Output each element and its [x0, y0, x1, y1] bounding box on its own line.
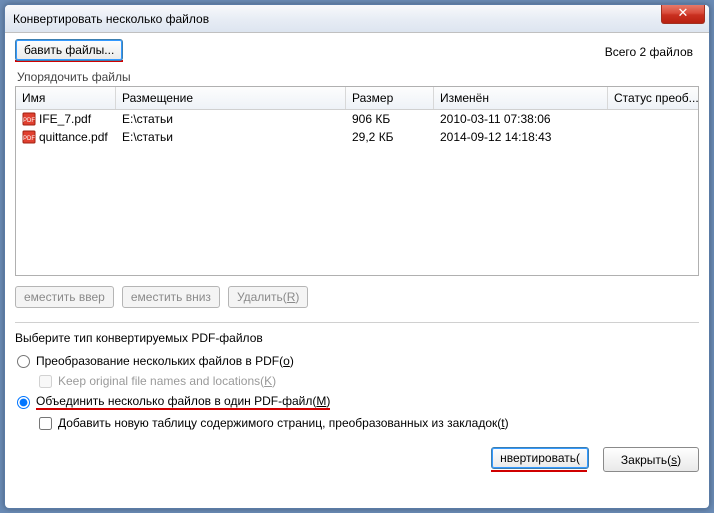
- convert-wrap: нвертировать(: [491, 447, 589, 472]
- col-header-location[interactable]: Размещение: [116, 87, 346, 109]
- file-name: quittance.pdf: [39, 130, 108, 144]
- cell-modified: 2010-03-11 07:38:06: [434, 112, 608, 126]
- checkbox-keep-names: Keep original file names and locations(K…: [37, 374, 699, 388]
- checkbox-label-keep: Keep original file names and locations(K…: [58, 374, 276, 388]
- keep-post: ): [272, 374, 276, 388]
- reorder-toolbar: еместить ввер еместить вниз Удалить(R): [15, 286, 699, 308]
- svg-text:PDF: PDF: [23, 136, 35, 142]
- table-header: Имя Размещение Размер Изменён Статус пре…: [16, 87, 698, 110]
- checkbox-label-toc: Добавить новую таблицу содержимого стран…: [58, 416, 509, 430]
- cell-location: E:\статьи: [116, 130, 346, 144]
- group-label: Упорядочить файлы: [17, 70, 699, 84]
- close-button[interactable]: Закрыть(s): [603, 447, 699, 472]
- radio-input-merge[interactable]: [17, 396, 30, 409]
- pdf-icon: PDF: [22, 112, 36, 126]
- keep-u: K: [264, 374, 272, 388]
- cell-modified: 2014-09-12 14:18:43: [434, 130, 608, 144]
- checkbox-input-toc[interactable]: [39, 417, 52, 430]
- toc-post: ): [505, 416, 509, 430]
- dialog-content: бавить файлы... Всего 2 файлов Упорядочи…: [5, 33, 709, 508]
- checkbox-add-toc[interactable]: Добавить новую таблицу содержимого стран…: [37, 416, 699, 430]
- col-header-name[interactable]: Имя: [16, 87, 116, 109]
- radio-merge-pdf[interactable]: Объединить несколько файлов в один PDF-ф…: [15, 394, 699, 410]
- file-name: IFE_7.pdf: [39, 112, 91, 126]
- delete-post: ): [295, 290, 299, 304]
- toc-pre: Добавить новую таблицу содержимого стран…: [58, 416, 501, 430]
- red-underline-convert: [491, 470, 587, 472]
- close-pre: Закрыть(: [621, 453, 671, 467]
- header-row: бавить файлы... Всего 2 файлов: [15, 39, 699, 64]
- col-header-size[interactable]: Размер: [346, 87, 434, 109]
- window-title: Конвертировать несколько файлов: [13, 12, 209, 26]
- dialog-window: Конвертировать несколько файлов ✕ бавить…: [4, 4, 710, 509]
- delete-button[interactable]: Удалить(R): [228, 286, 308, 308]
- move-up-button[interactable]: еместить ввер: [15, 286, 114, 308]
- footer-buttons: нвертировать( Закрыть(s): [15, 447, 699, 472]
- add-files-label: бавить файлы...: [24, 43, 114, 57]
- r1-u: o: [283, 354, 290, 368]
- add-files-button[interactable]: бавить файлы...: [15, 39, 123, 61]
- cell-name: PDF IFE_7.pdf: [16, 112, 116, 127]
- cell-location: E:\статьи: [116, 112, 346, 126]
- r1-post: ): [290, 354, 294, 368]
- convert-button[interactable]: нвертировать(: [491, 447, 589, 469]
- options-label: Выберите тип конвертируемых PDF-файлов: [15, 331, 699, 345]
- window-close-button[interactable]: ✕: [661, 5, 705, 24]
- radio-label-multiple: Преобразование нескольких файлов в PDF(o…: [36, 354, 294, 368]
- table-row[interactable]: PDF quittance.pdf E:\статьи 29,2 КБ 2014…: [16, 128, 698, 146]
- file-table: Имя Размещение Размер Изменён Статус пре…: [15, 86, 699, 276]
- keep-pre: Keep original file names and locations(: [58, 374, 264, 388]
- radio-multiple-pdf[interactable]: Преобразование нескольких файлов в PDF(o…: [15, 354, 699, 368]
- r2-pre: Объединить несколько файлов в один PDF-ф…: [36, 394, 316, 408]
- col-header-status[interactable]: Статус преоб...: [608, 87, 698, 109]
- close-post: ): [677, 453, 681, 467]
- cell-size: 29,2 КБ: [346, 130, 434, 144]
- checkbox-input-keep: [39, 375, 52, 388]
- cell-name: PDF quittance.pdf: [16, 130, 116, 145]
- separator: [15, 322, 699, 323]
- move-down-button[interactable]: еместить вниз: [122, 286, 220, 308]
- close-icon: ✕: [678, 5, 689, 20]
- delete-pre: Удалить(: [237, 290, 287, 304]
- cell-size: 906 КБ: [346, 112, 434, 126]
- add-files-wrap: бавить файлы...: [15, 39, 123, 64]
- radio-label-merge: Объединить несколько файлов в один PDF-ф…: [36, 394, 330, 410]
- pdf-icon: PDF: [22, 130, 36, 144]
- r1-pre: Преобразование нескольких файлов в PDF(: [36, 354, 283, 368]
- r2-post: ): [326, 394, 330, 408]
- col-header-modified[interactable]: Изменён: [434, 87, 608, 109]
- svg-text:PDF: PDF: [23, 118, 35, 124]
- convert-label: нвертировать(: [500, 451, 580, 465]
- total-files-label: Всего 2 файлов: [605, 45, 699, 59]
- titlebar: Конвертировать несколько файлов ✕: [5, 5, 709, 33]
- radio-input-multiple[interactable]: [17, 355, 30, 368]
- r2-u: M: [316, 394, 326, 408]
- table-row[interactable]: PDF IFE_7.pdf E:\статьи 906 КБ 2010-03-1…: [16, 110, 698, 128]
